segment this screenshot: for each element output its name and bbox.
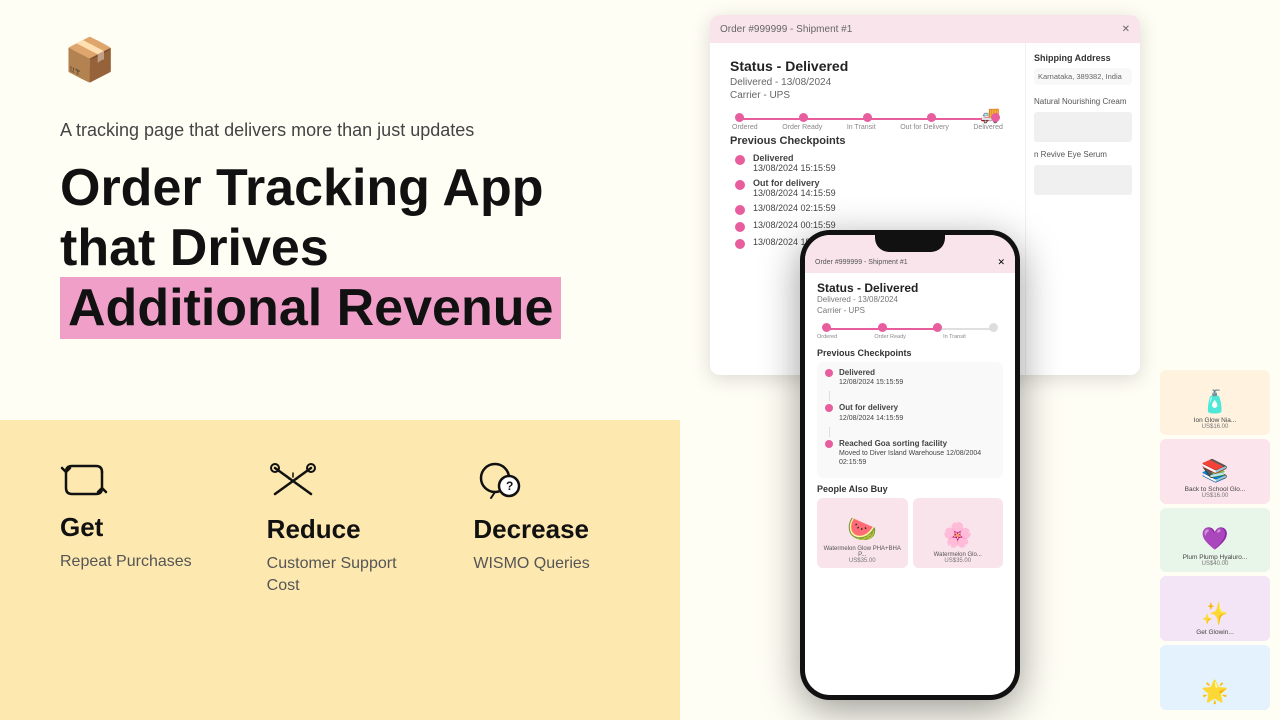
m-checkpoint-sorting: Reached Goa sorting facility Moved to Di…	[825, 439, 995, 468]
step-in-transit	[863, 113, 872, 122]
mobile-tracking-bar: OrderedOrder ReadyIn Transit	[817, 323, 1003, 340]
desktop-right-panel: Shipping Address Karnataka, 389382, Indi…	[1025, 43, 1140, 375]
product-2: n Revive Eye Serum	[1034, 150, 1132, 159]
mobile-carrier: Carrier - UPS	[817, 306, 1003, 315]
mobile-checkpoints-title: Previous Checkpoints	[817, 348, 1003, 358]
mobile-delivered-date: Delivered - 13/08/2024	[817, 295, 1003, 304]
shipping-address-title: Shipping Address	[1034, 53, 1132, 63]
desktop-checkpoints-title: Previous Checkpoints	[730, 135, 1005, 147]
side-products-strip: 🧴 Ion Glow Nia... US$16.00 📚 Back to Sch…	[1160, 370, 1270, 720]
mobile-people-buy-title: People Also Buy	[817, 484, 1003, 494]
svg-text:?: ?	[506, 479, 513, 493]
tagline: A tracking page that delivers more than …	[60, 120, 620, 141]
mobile-track-labels: OrderedOrder ReadyIn Transit	[817, 334, 1003, 340]
feature-reduce-desc: Customer Support Cost	[267, 553, 414, 598]
checkpoint-3: 13/08/2024 02:15:59	[730, 203, 1005, 215]
feature-get: Get Repeat Purchases	[60, 460, 207, 573]
mobile-title: Order #999999 - Shipment #1	[815, 259, 908, 266]
repeat-icon	[60, 460, 108, 500]
app-logo: 📦	[60, 30, 120, 90]
side-product-5: 🌟	[1160, 645, 1270, 710]
features-section: Get Repeat Purchases Reduce Customer Sup…	[0, 420, 680, 720]
feature-reduce: Reduce Customer Support Cost	[267, 460, 414, 598]
desktop-track-labels: OrderedOrder ReadyIn TransitOut for Deli…	[730, 124, 1005, 131]
step-order-ready	[799, 113, 808, 122]
mobile-main-content: Status - Delivered Delivered - 13/08/202…	[805, 273, 1015, 576]
product-1-image	[1034, 112, 1132, 142]
m-checkpoint-delivered: Delivered 12/08/2024 15:15:59	[825, 368, 995, 387]
shipping-address-detail: Karnataka, 389382, India	[1034, 68, 1132, 85]
side-product-1: 🧴 Ion Glow Nia... US$16.00	[1160, 370, 1270, 435]
side-product-3: 💜 Plum Plump Hyaluro... US$40.00	[1160, 508, 1270, 573]
mobile-product-2: 🌸 Watermelon Glo... US$35.00	[913, 498, 1004, 568]
mobile-checkpoints-box: Delivered 12/08/2024 15:15:59 Out for de…	[817, 362, 1003, 478]
feature-get-desc: Repeat Purchases	[60, 551, 192, 573]
main-headline: Order Tracking App that Drives Additiona…	[60, 159, 620, 338]
checkpoint-out-for-delivery: Out for delivery13/08/2024 14:15:59	[730, 178, 1005, 198]
step-delivered	[991, 113, 1000, 122]
desktop-title: Order #999999 - Shipment #1	[720, 24, 852, 35]
mobile-screen: Order #999999 - Shipment #1 ✕ Status - D…	[805, 235, 1015, 695]
mobile-product-1: 🍉 Watermelon Glow PHA+BHA P... US$35.00	[817, 498, 908, 568]
checkpoint-delivered: Delivered13/08/2024 15:15:59	[730, 153, 1005, 173]
checkpoint-connector-1	[829, 391, 830, 401]
checkpoint-connector-2	[829, 427, 830, 437]
side-product-4: ✨ Get Glowin...	[1160, 576, 1270, 641]
feature-decrease: ? Decrease WISMO Queries	[473, 460, 620, 575]
mobile-notch	[875, 230, 945, 252]
mobile-products-row: 🍉 Watermelon Glow PHA+BHA P... US$35.00 …	[817, 498, 1003, 568]
feature-decrease-desc: WISMO Queries	[473, 553, 589, 575]
mobile-screenshot: Order #999999 - Shipment #1 ✕ Status - D…	[800, 230, 1020, 700]
desktop-tracking-bar: OrderedOrder ReadyIn TransitOut for Deli…	[730, 113, 1005, 131]
desktop-carrier: Carrier - UPS	[730, 90, 1005, 101]
step-ordered	[735, 113, 744, 122]
mobile-status: Status - Delivered	[817, 281, 1003, 295]
headline-line1: Order Tracking App that Drives	[60, 159, 544, 277]
desktop-status: Status - Delivered	[730, 58, 1005, 74]
right-section: Order #999999 - Shipment #1 ✕ Status - D…	[680, 0, 1280, 720]
side-product-2: 📚 Back to School Glo... US$16.00	[1160, 439, 1270, 504]
desktop-delivered-date: Delivered - 13/08/2024	[730, 77, 1005, 88]
step-out-for-delivery	[927, 113, 936, 122]
handshake-icon	[267, 460, 319, 502]
headline-line2: Additional Revenue	[60, 277, 561, 339]
feature-reduce-label: Reduce	[267, 514, 361, 545]
product-1: Natural Nourishing Cream	[1034, 97, 1132, 106]
feature-get-label: Get	[60, 512, 103, 543]
question-chat-icon: ?	[473, 460, 523, 502]
product-2-image	[1034, 165, 1132, 195]
m-checkpoint-out-delivery: Out for delivery 12/08/2024 14:15:59	[825, 403, 995, 422]
desktop-titlebar: Order #999999 - Shipment #1 ✕	[710, 15, 1140, 43]
logo-area: 📦	[60, 30, 620, 90]
feature-decrease-label: Decrease	[473, 514, 589, 545]
